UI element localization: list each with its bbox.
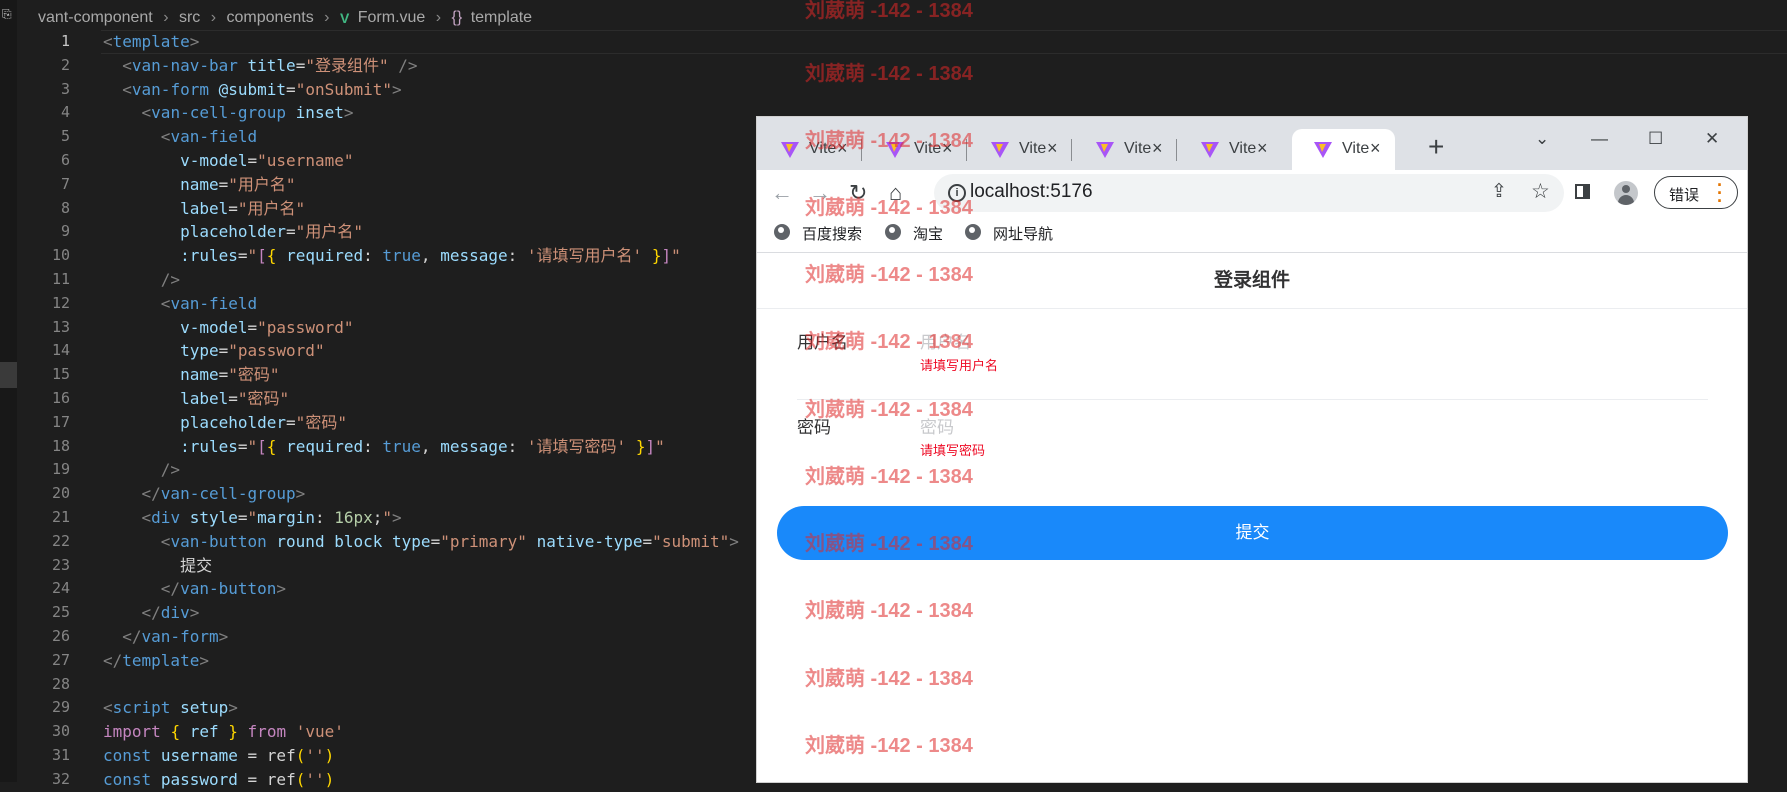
error-label: 错误 xyxy=(1669,187,1700,204)
line-number: 17 xyxy=(51,412,70,431)
bookmark-label: 百度搜索 xyxy=(802,226,863,243)
username-error: 请填写用户名 xyxy=(920,358,999,373)
watermark: 刘葳萌 -142 - 1384 xyxy=(805,197,973,219)
watermark: 刘葳萌 -142 - 1384 xyxy=(805,668,973,690)
globe-icon xyxy=(965,224,981,240)
line-number: 15 xyxy=(51,365,70,384)
line-number: 29 xyxy=(51,698,70,717)
vite-logo-icon xyxy=(781,142,799,158)
tab-separator xyxy=(1071,139,1072,161)
activity-bar: ⎘ xyxy=(0,0,17,782)
vite-logo-icon xyxy=(991,142,1009,158)
tab-search-icon[interactable]: ⌄ xyxy=(1535,129,1549,149)
close-icon[interactable]: × xyxy=(1047,138,1058,159)
globe-icon xyxy=(885,224,901,240)
error-button[interactable]: 错误 · · · xyxy=(1654,175,1738,211)
line-number: 25 xyxy=(51,603,70,622)
page-title: 登录组件 xyxy=(1213,270,1290,291)
vite-logo-icon xyxy=(1314,142,1332,158)
close-icon[interactable]: × xyxy=(1370,138,1381,159)
watermark: 刘葳萌 -142 - 1384 xyxy=(805,331,973,353)
line-number: 30 xyxy=(51,722,70,741)
watermark: 刘葳萌 -142 - 1384 xyxy=(805,600,973,622)
bookmarks-bar: 百度搜索 淘宝 网址导航 xyxy=(757,215,1747,253)
line-number: 12 xyxy=(51,293,70,312)
line-number: 6 xyxy=(60,150,70,169)
profile-avatar-icon[interactable] xyxy=(1614,181,1638,205)
watermark: 刘葳萌 -142 - 1384 xyxy=(805,0,973,22)
new-tab-button[interactable]: + xyxy=(1428,131,1444,163)
run-debug-icon[interactable]: ⎘ xyxy=(2,7,12,22)
watermark: 刘葳萌 -142 - 1384 xyxy=(805,735,973,757)
vite-logo-icon xyxy=(1096,142,1114,158)
bookmark-item[interactable]: 淘宝 xyxy=(885,222,965,244)
line-number: 11 xyxy=(51,269,70,288)
tab-title: Vite xyxy=(1019,140,1047,157)
line-number: 9 xyxy=(60,222,70,241)
line-number: 21 xyxy=(51,507,70,526)
tab-title: Vite xyxy=(1229,140,1257,157)
line-number: 32 xyxy=(51,769,70,788)
bookmark-label: 网址导航 xyxy=(993,226,1054,243)
watermark: 刘葳萌 -142 - 1384 xyxy=(805,264,973,286)
code-line[interactable]: <template> xyxy=(101,30,1787,54)
line-number: 2 xyxy=(60,55,70,74)
line-number: 23 xyxy=(51,555,70,574)
line-number: 26 xyxy=(51,626,70,645)
line-number: 13 xyxy=(51,317,70,336)
window-close-icon[interactable]: ✕ xyxy=(1705,129,1719,149)
line-number: 10 xyxy=(51,246,70,265)
line-number: 27 xyxy=(51,650,70,669)
line-number: 14 xyxy=(51,341,70,360)
watermark: 刘葳萌 -142 - 1384 xyxy=(805,533,973,555)
line-number: 28 xyxy=(51,674,70,693)
line-number: 20 xyxy=(51,484,70,503)
line-number: 16 xyxy=(51,388,70,407)
line-number: 4 xyxy=(60,103,70,122)
bookmark-star-icon[interactable]: ☆ xyxy=(1531,179,1550,204)
password-error: 请填写密码 xyxy=(920,443,986,458)
minimize-icon[interactable]: — xyxy=(1591,129,1608,149)
browser-tab[interactable]: Vite × xyxy=(969,129,1072,170)
watermark: 刘葳萌 -142 - 1384 xyxy=(805,130,973,152)
line-number: 31 xyxy=(51,745,70,764)
side-panel-icon[interactable] xyxy=(1575,184,1590,199)
browser-tab[interactable]: Vite × xyxy=(1074,129,1177,170)
line-number: 8 xyxy=(60,198,70,217)
line-number-gutter: 1 2 3 4 5 6 7 8 9 10 11 12 13 14 15 16 1… xyxy=(17,30,77,792)
line-number: 18 xyxy=(51,436,70,455)
more-vertical-icon: · · · xyxy=(1717,175,1723,211)
url-text[interactable]: localhost:5176 xyxy=(970,181,1093,203)
activity-selected-item[interactable] xyxy=(0,362,17,388)
watermark: 刘葳萌 -142 - 1384 xyxy=(805,466,973,488)
maximize-icon[interactable]: ☐ xyxy=(1648,129,1663,149)
tab-separator xyxy=(1176,139,1177,161)
line-number: 19 xyxy=(51,460,70,479)
submit-label: 提交 xyxy=(1235,523,1270,542)
line-number: 24 xyxy=(51,579,70,598)
globe-icon xyxy=(774,224,790,240)
line-number: 1 xyxy=(60,32,70,50)
line-number: 22 xyxy=(51,531,70,550)
tab-title: Vite xyxy=(1342,140,1370,157)
bookmark-item[interactable]: 百度搜索 xyxy=(774,222,894,244)
bookmark-item[interactable]: 网址导航 xyxy=(965,222,1065,244)
watermark: 刘葳萌 -142 - 1384 xyxy=(805,63,973,85)
close-icon[interactable]: × xyxy=(1152,138,1163,159)
browser-tab[interactable]: Vite × xyxy=(1179,129,1282,170)
line-number: 5 xyxy=(60,127,70,146)
browser-tab-active[interactable]: Vite × xyxy=(1292,129,1395,170)
watermark: 刘葳萌 -142 - 1384 xyxy=(805,399,973,421)
close-icon[interactable]: × xyxy=(1257,138,1268,159)
share-icon[interactable]: ⇪ xyxy=(1491,180,1507,203)
tab-title: Vite xyxy=(1124,140,1152,157)
vite-logo-icon xyxy=(1201,142,1219,158)
line-number: 3 xyxy=(60,79,70,98)
back-icon[interactable]: ← xyxy=(771,180,793,206)
bookmark-label: 淘宝 xyxy=(913,226,944,243)
line-number: 7 xyxy=(60,174,70,193)
address-bar[interactable]: i localhost:5176 ⇪ ☆ xyxy=(934,174,1564,212)
